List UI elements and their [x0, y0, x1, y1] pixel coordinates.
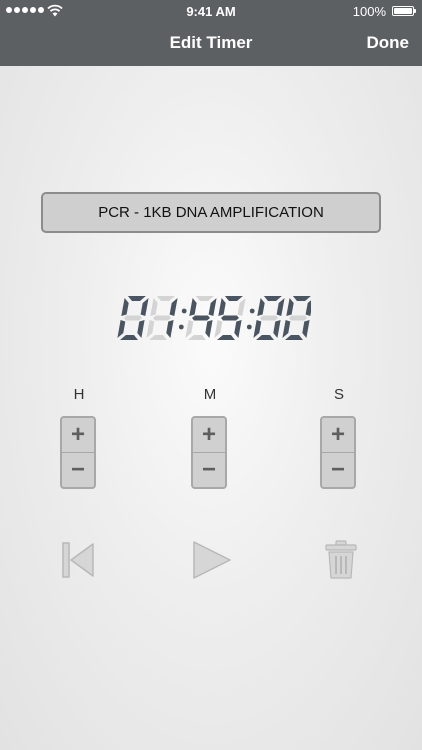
- navigation-bar: 9:41 AM 100% Edit Timer Done: [0, 0, 422, 66]
- lcd-segment: [256, 335, 274, 340]
- lcd-segment: [302, 320, 310, 338]
- lcd-segment: [156, 296, 175, 301]
- trash-icon: [325, 540, 357, 579]
- lcd-segment: [263, 296, 282, 301]
- status-bar: 9:41 AM 100%: [0, 0, 422, 22]
- lcd-segment: [285, 335, 303, 340]
- lcd-colon-dot: [249, 308, 255, 314]
- minutes-increment-button[interactable]: +: [193, 418, 225, 452]
- lcd-segment: [224, 296, 243, 301]
- lcd-segment: [305, 298, 314, 316]
- lcd-segment: [276, 298, 285, 316]
- lcd-segment: [273, 320, 281, 338]
- lcd-colon-dot: [246, 324, 252, 330]
- delete-button[interactable]: [324, 540, 358, 585]
- seconds-increment-button[interactable]: +: [322, 418, 354, 452]
- lcd-digits: [117, 296, 314, 340]
- lcd-segment: [185, 320, 194, 338]
- lcd-segment: [208, 298, 217, 316]
- seconds-decrement-button[interactable]: −: [322, 453, 354, 487]
- play-icon: [193, 541, 231, 579]
- lcd-segment: [149, 335, 167, 340]
- lcd-segment: [166, 320, 174, 338]
- lcd-segment: [124, 315, 142, 321]
- reset-button[interactable]: [60, 540, 96, 585]
- lcd-segment: [169, 298, 178, 316]
- lcd-segment: [140, 298, 149, 316]
- lcd-segment: [286, 298, 294, 316]
- hours-decrement-button[interactable]: −: [62, 453, 94, 487]
- seconds-label: S: [333, 386, 344, 403]
- page-title: Edit Timer: [169, 33, 253, 52]
- lcd-segment: [218, 298, 226, 316]
- seconds-stepper: + −: [320, 416, 356, 489]
- lcd-colon-dot: [181, 308, 187, 314]
- hours-increment-button[interactable]: +: [62, 418, 94, 452]
- lcd-segment: [127, 296, 146, 301]
- lcd-segment: [234, 320, 242, 338]
- lcd-segment: [137, 320, 145, 338]
- time-display: [111, 290, 314, 351]
- lcd-segment: [195, 296, 214, 301]
- lcd-segment: [282, 320, 291, 338]
- battery-percent: 100%: [352, 4, 386, 19]
- hours-stepper: + −: [60, 416, 96, 489]
- lcd-segment: [217, 335, 235, 340]
- lcd-colon-dot: [178, 324, 184, 330]
- lcd-segment: [214, 320, 223, 338]
- minutes-decrement-button[interactable]: −: [193, 453, 225, 487]
- lcd-segment: [205, 320, 213, 338]
- lcd-segment: [253, 320, 262, 338]
- lcd-segment: [120, 335, 138, 340]
- lcd-segment: [237, 298, 246, 316]
- hours-label: H: [73, 386, 85, 403]
- minutes-stepper: + −: [191, 416, 227, 489]
- battery-icon: [392, 6, 416, 16]
- skip-to-start-icon: [62, 542, 94, 578]
- lcd-segment: [289, 315, 307, 321]
- timer-name-field[interactable]: PCR - 1KB DNA AMPLIFICATION: [41, 192, 381, 233]
- lcd-segment: [150, 298, 158, 316]
- lcd-segment: [121, 298, 129, 316]
- lcd-segment: [117, 320, 126, 338]
- play-button[interactable]: [191, 540, 233, 585]
- lcd-segment: [146, 320, 155, 338]
- lcd-segment: [221, 315, 239, 321]
- lcd-segment: [153, 315, 171, 321]
- minutes-label: M: [203, 386, 217, 403]
- lcd-segment: [260, 315, 278, 321]
- done-button[interactable]: Done: [367, 33, 410, 53]
- lcd-segment: [292, 296, 311, 301]
- lcd-segment: [257, 298, 265, 316]
- lcd-segment: [188, 335, 206, 340]
- lcd-segment: [192, 315, 210, 321]
- lcd-segment: [189, 298, 197, 316]
